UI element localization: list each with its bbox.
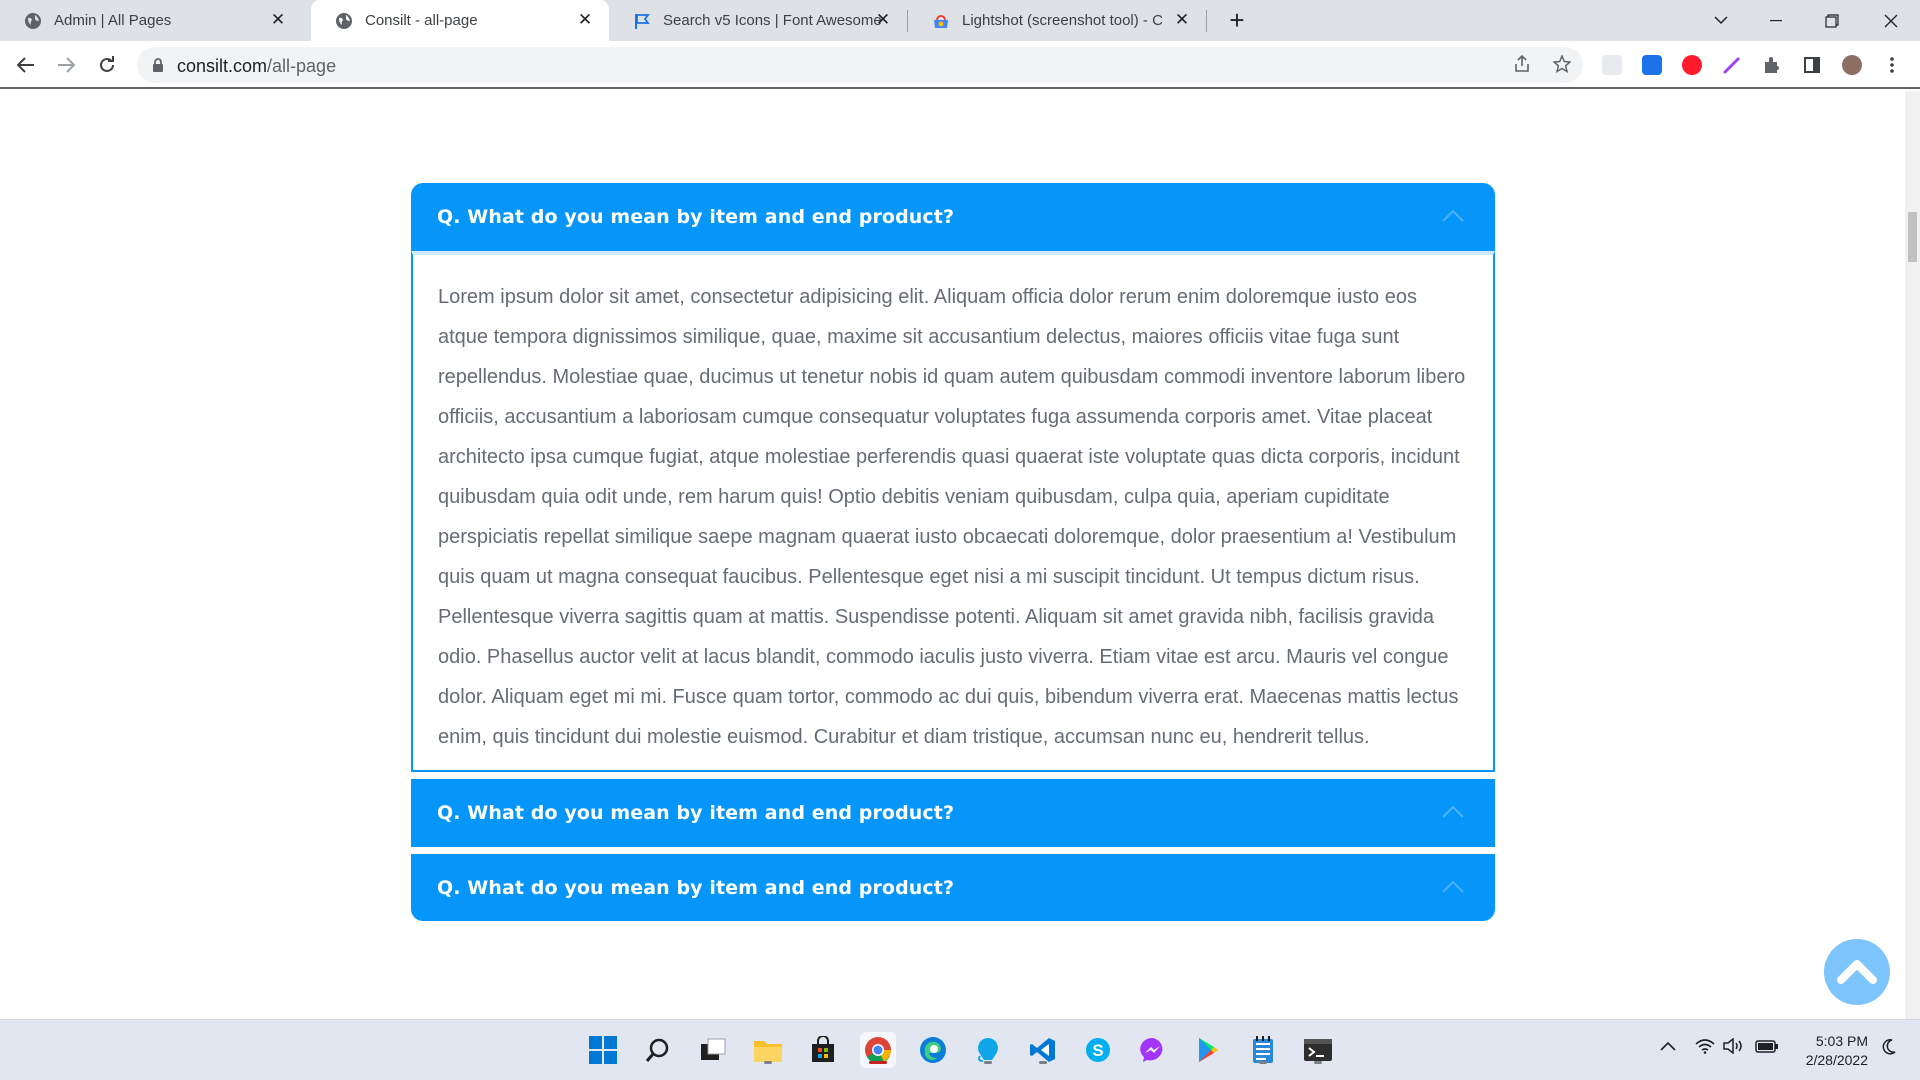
visual-studio-code-icon[interactable]	[1025, 1032, 1061, 1068]
taskbar-clock[interactable]: 5:03 PM 2/28/2022	[1784, 1032, 1868, 1070]
opera-icon[interactable]	[1682, 55, 1702, 75]
windows-start-icon[interactable]	[585, 1032, 621, 1068]
google-play-icon[interactable]	[1190, 1032, 1226, 1068]
clock-date: 2/28/2022	[1805, 1052, 1868, 1068]
new-tab-button[interactable]: +	[1222, 6, 1252, 36]
close-tab-icon[interactable]: ✕	[873, 10, 893, 30]
tab-title: Lightshot (screenshot tool) - Chr	[962, 12, 1162, 29]
chevron-up-icon	[1442, 805, 1464, 818]
reload-icon	[100, 56, 114, 72]
app-bulb-icon[interactable]	[970, 1032, 1006, 1068]
arrow-left-icon	[17, 57, 34, 73]
search-icon[interactable]	[640, 1032, 676, 1068]
tab-title: Admin | All Pages	[54, 12, 172, 29]
skype-icon[interactable]: S	[1080, 1032, 1116, 1068]
browser-toolbar: consilt.com/all-page	[0, 41, 1920, 89]
address-bar[interactable]: consilt.com/all-page	[137, 47, 1583, 83]
google-chrome-icon[interactable]	[860, 1032, 896, 1068]
tab-admin-all-pages[interactable]: Admin | All Pages ✕	[0, 0, 302, 41]
faq-question-text: Q. What do you mean by item and end prod…	[437, 802, 955, 824]
messenger-icon[interactable]	[1135, 1032, 1171, 1068]
scrollbar-thumb[interactable]	[1908, 212, 1917, 262]
chrome-web-store-icon	[932, 12, 950, 30]
tab-title: Consilt - all-page	[365, 12, 478, 29]
tab-separator	[1206, 10, 1207, 32]
battery-icon[interactable]	[1755, 1038, 1779, 1059]
microsoft-store-icon[interactable]	[805, 1032, 841, 1068]
url-host: consilt.com	[177, 56, 268, 76]
volume-icon[interactable]	[1723, 1037, 1745, 1059]
extension-icon[interactable]	[1602, 55, 1622, 75]
tab-font-awesome[interactable]: Search v5 Icons | Font Awesome ✕	[609, 0, 907, 41]
page-scrollbar[interactable]	[1905, 91, 1920, 1019]
extension-puzzle-blue-icon[interactable]	[1642, 55, 1662, 75]
file-explorer-icon[interactable]	[750, 1032, 786, 1068]
terminal-icon[interactable]	[1300, 1032, 1336, 1068]
restore-window-button[interactable]	[1805, 0, 1859, 41]
tab-search-icon[interactable]	[1694, 0, 1748, 41]
reload-button[interactable]	[91, 49, 123, 81]
faq-question-text: Q. What do you mean by item and end prod…	[437, 206, 955, 228]
lock-icon	[153, 58, 163, 72]
microsoft-edge-icon[interactable]	[915, 1032, 951, 1068]
back-button[interactable]	[10, 49, 42, 81]
faq-question-text: Q. What do you mean by item and end prod…	[437, 876, 955, 899]
task-view-icon[interactable]	[695, 1032, 731, 1068]
pen-icon[interactable]	[1722, 55, 1742, 75]
tab-consilt-all-page[interactable]: Consilt - all-page ✕	[311, 0, 609, 41]
running-indicator	[1314, 1061, 1322, 1064]
address-bar-url: consilt.com/all-page	[177, 56, 336, 77]
globe-icon	[24, 12, 42, 30]
chevron-up-icon	[1837, 960, 1877, 984]
url-path: /all-page	[267, 56, 337, 76]
chevron-up-icon[interactable]	[1660, 1038, 1676, 1056]
forward-button[interactable]	[50, 49, 82, 81]
globe-icon	[335, 12, 353, 30]
browser-tab-strip: Admin | All Pages ✕ Consilt - all-page ✕…	[0, 0, 1920, 41]
minimize-window-button[interactable]	[1749, 0, 1803, 41]
clock-time: 5:03 PM	[1815, 1033, 1868, 1049]
side-panel-icon[interactable]	[1802, 55, 1822, 75]
bookmark-star-icon[interactable]	[1551, 54, 1573, 77]
flag-icon	[633, 12, 651, 30]
page-content: Q. What do you mean by item and end prod…	[0, 91, 1920, 1019]
wifi-icon[interactable]	[1695, 1038, 1715, 1059]
profile-avatar[interactable]	[1842, 55, 1862, 75]
faq-answer-text: Lorem ipsum dolor sit amet, consectetur …	[438, 286, 1466, 748]
close-window-button[interactable]	[1864, 0, 1918, 41]
tab-title: Search v5 Icons | Font Awesome	[663, 12, 882, 29]
faq-question-2[interactable]: Q. What do you mean by item and end prod…	[411, 779, 1495, 847]
svg-text:S: S	[1092, 1041, 1103, 1060]
chevron-up-icon	[1442, 880, 1464, 893]
faq-question-3[interactable]: Q. What do you mean by item and end prod…	[411, 854, 1495, 921]
windows-taskbar: S 5:03 PM 2/28/2022	[0, 1019, 1920, 1080]
share-icon[interactable]	[1511, 54, 1533, 77]
close-tab-icon[interactable]: ✕	[575, 10, 595, 30]
chevron-up-icon	[1442, 209, 1464, 222]
running-indicator	[1259, 1061, 1267, 1064]
active-indicator	[869, 1061, 887, 1064]
running-indicator	[984, 1061, 992, 1064]
arrow-right-icon	[58, 57, 75, 73]
scroll-to-top-button[interactable]	[1824, 939, 1890, 1005]
running-indicator	[1039, 1061, 1047, 1064]
notepad-icon[interactable]	[1245, 1032, 1281, 1068]
close-tab-icon[interactable]: ✕	[1172, 10, 1192, 30]
faq-answer-1: Lorem ipsum dolor sit amet, consectetur …	[411, 251, 1495, 772]
running-indicator	[764, 1061, 772, 1064]
tab-lightshot[interactable]: Lightshot (screenshot tool) - Chr ✕	[908, 0, 1206, 41]
extensions-puzzle-icon[interactable]	[1762, 55, 1782, 75]
focus-moon-icon[interactable]	[1881, 1038, 1897, 1061]
close-tab-icon[interactable]: ✕	[268, 10, 288, 30]
menu-kebab-icon[interactable]	[1882, 55, 1902, 75]
faq-question-1[interactable]: Q. What do you mean by item and end prod…	[411, 183, 1495, 251]
